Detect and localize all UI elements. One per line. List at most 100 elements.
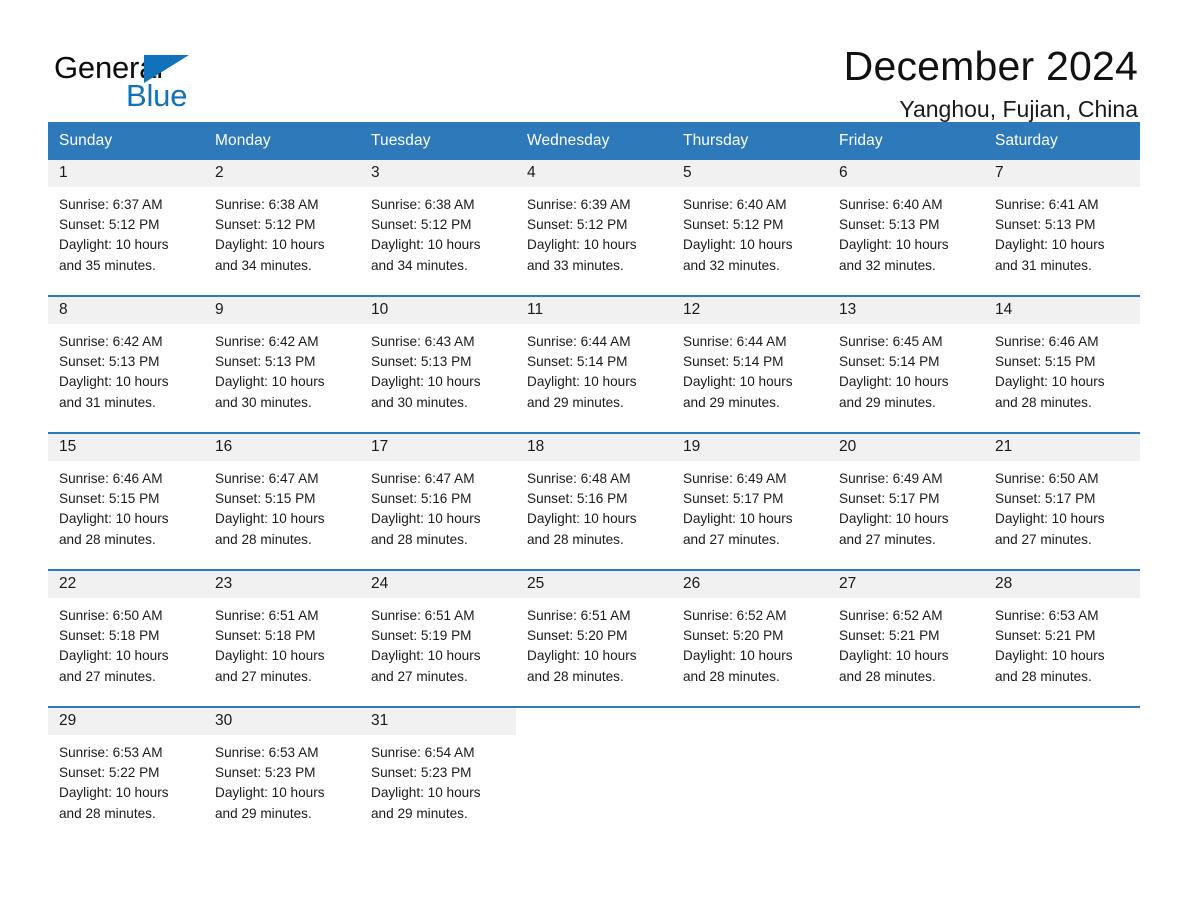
calendar-day-cell[interactable]: 27 Sunrise: 6:52 AM Sunset: 5:21 PM Dayligh… [828,569,984,707]
day-cell-inner: 21 Sunrise: 6:50 AM Sunset: 5:17 PM Dayligh… [984,434,1140,569]
day-number: 7 [995,164,1004,181]
day-cell-inner [516,708,672,843]
sunrise-text: Sunrise: 6:43 AM [371,334,475,349]
day-details: Sunrise: 6:52 AM Sunset: 5:21 PM Daylight:… [828,598,984,687]
daylight-text-line2: and 34 minutes. [215,257,312,273]
day-cell-inner: 17 Sunrise: 6:47 AM Sunset: 5:16 PM Dayligh… [360,434,516,569]
day-details: Sunrise: 6:49 AM Sunset: 5:17 PM Daylight:… [828,461,984,550]
day-cell-inner: 25 Sunrise: 6:51 AM Sunset: 5:20 PM Dayligh… [516,571,672,706]
day-details: Sunrise: 6:41 AM Sunset: 5:13 PM Daylight:… [984,187,1140,276]
sunset-text: Sunset: 5:17 PM [995,491,1096,507]
day-number-band: 30 [204,708,360,735]
sunrise-text: Sunrise: 6:50 AM [995,471,1099,486]
day-cell-inner: 13 Sunrise: 6:45 AM Sunset: 5:14 PM Dayligh… [828,297,984,432]
day-number: 20 [839,438,857,455]
day-details: Sunrise: 6:45 AM Sunset: 5:14 PM Daylight:… [828,324,984,413]
calendar-day-cell[interactable]: 13 Sunrise: 6:45 AM Sunset: 5:14 PM Dayligh… [828,295,984,433]
sunset-text: Sunset: 5:22 PM [59,765,160,781]
calendar-day-cell[interactable]: 28 Sunrise: 6:53 AM Sunset: 5:21 PM Dayligh… [984,569,1140,707]
sunrise-text: Sunrise: 6:53 AM [995,608,1099,623]
sunset-text: Sunset: 5:16 PM [371,491,472,507]
day-details: Sunrise: 6:38 AM Sunset: 5:12 PM Daylight:… [204,187,360,276]
calendar-day-cell[interactable]: 5 Sunrise: 6:40 AM Sunset: 5:12 PM Daylight… [672,160,828,296]
daylight-text-line1: Daylight: 10 hours [839,374,949,390]
calendar-day-cell[interactable]: 18 Sunrise: 6:48 AM Sunset: 5:16 PM Dayligh… [516,432,672,570]
sunset-text: Sunset: 5:20 PM [527,628,628,644]
weekday-header-tuesday: Tuesday [360,122,516,160]
calendar-day-cell[interactable]: 24 Sunrise: 6:51 AM Sunset: 5:19 PM Dayligh… [360,569,516,707]
calendar-day-cell[interactable]: 22 Sunrise: 6:50 AM Sunset: 5:18 PM Dayligh… [48,569,204,707]
calendar-day-cell[interactable]: 7 Sunrise: 6:41 AM Sunset: 5:13 PM Daylight… [984,160,1140,296]
calendar-body: 1 Sunrise: 6:37 AM Sunset: 5:12 PM Daylight… [48,160,1140,843]
day-cell-inner: 30 Sunrise: 6:53 AM Sunset: 5:23 PM Dayligh… [204,708,360,843]
sunrise-text: Sunrise: 6:42 AM [215,334,319,349]
calendar-day-cell[interactable]: 30 Sunrise: 6:53 AM Sunset: 5:23 PM Dayligh… [204,706,360,843]
sunrise-text: Sunrise: 6:46 AM [59,471,163,486]
day-number-band: 2 [204,160,360,187]
daylight-text-line2: and 34 minutes. [371,257,468,273]
daylight-text-line1: Daylight: 10 hours [59,785,169,801]
daylight-text-line1: Daylight: 10 hours [215,785,325,801]
calendar-day-cell[interactable]: 21 Sunrise: 6:50 AM Sunset: 5:17 PM Dayligh… [984,432,1140,570]
day-number: 1 [59,164,68,181]
day-number: 11 [527,301,544,318]
daylight-text-line1: Daylight: 10 hours [839,237,949,253]
calendar-day-cell[interactable]: 12 Sunrise: 6:44 AM Sunset: 5:14 PM Dayligh… [672,295,828,433]
calendar-day-cell[interactable]: 14 Sunrise: 6:46 AM Sunset: 5:15 PM Dayligh… [984,295,1140,433]
daylight-text-line1: Daylight: 10 hours [59,237,169,253]
calendar-day-cell[interactable]: 23 Sunrise: 6:51 AM Sunset: 5:18 PM Dayligh… [204,569,360,707]
calendar-day-cell[interactable]: 8 Sunrise: 6:42 AM Sunset: 5:13 PM Daylight… [48,295,204,433]
calendar-day-cell[interactable]: 26 Sunrise: 6:52 AM Sunset: 5:20 PM Dayligh… [672,569,828,707]
day-details: Sunrise: 6:47 AM Sunset: 5:16 PM Daylight:… [360,461,516,550]
daylight-text-line2: and 28 minutes. [995,668,1092,684]
daylight-text-line2: and 27 minutes. [839,531,936,547]
daylight-text-line1: Daylight: 10 hours [215,648,325,664]
day-number-band: 29 [48,708,204,735]
weekday-header-sunday: Sunday [48,122,204,160]
daylight-text-line2: and 27 minutes. [215,668,312,684]
daylight-text-line1: Daylight: 10 hours [371,648,481,664]
sunrise-text: Sunrise: 6:47 AM [371,471,475,486]
weekday-header-friday: Friday [828,122,984,160]
page-header: General Blue December 2024 Yanghou, Fuji… [48,0,1140,122]
daylight-text-line1: Daylight: 10 hours [683,237,793,253]
sunset-text: Sunset: 5:14 PM [527,354,628,370]
daylight-text-line1: Daylight: 10 hours [215,237,325,253]
day-number-band: 19 [672,434,828,461]
day-cell-inner: 27 Sunrise: 6:52 AM Sunset: 5:21 PM Dayligh… [828,571,984,706]
calendar-day-cell[interactable]: 16 Sunrise: 6:47 AM Sunset: 5:15 PM Dayligh… [204,432,360,570]
day-number-band: 15 [48,434,204,461]
calendar-day-cell[interactable]: 11 Sunrise: 6:44 AM Sunset: 5:14 PM Dayligh… [516,295,672,433]
calendar-day-cell[interactable]: 31 Sunrise: 6:54 AM Sunset: 5:23 PM Dayligh… [360,706,516,843]
calendar-day-cell[interactable]: 10 Sunrise: 6:43 AM Sunset: 5:13 PM Dayligh… [360,295,516,433]
general-blue-logo[interactable]: General Blue [48,44,198,116]
day-details: Sunrise: 6:46 AM Sunset: 5:15 PM Daylight:… [48,461,204,550]
calendar-day-cell[interactable]: 1 Sunrise: 6:37 AM Sunset: 5:12 PM Daylight… [48,160,204,296]
day-number: 12 [683,301,701,318]
sunset-text: Sunset: 5:15 PM [215,491,316,507]
day-number-band: 6 [828,160,984,187]
day-details: Sunrise: 6:47 AM Sunset: 5:15 PM Daylight:… [204,461,360,550]
day-cell-inner: 28 Sunrise: 6:53 AM Sunset: 5:21 PM Dayligh… [984,571,1140,706]
calendar-day-cell[interactable]: 15 Sunrise: 6:46 AM Sunset: 5:15 PM Dayligh… [48,432,204,570]
day-cell-inner: 1 Sunrise: 6:37 AM Sunset: 5:12 PM Daylight… [48,160,204,295]
calendar-day-cell[interactable]: 4 Sunrise: 6:39 AM Sunset: 5:12 PM Daylight… [516,160,672,296]
sunrise-text: Sunrise: 6:50 AM [59,608,163,623]
daylight-text-line2: and 29 minutes. [683,394,780,410]
calendar-day-cell[interactable]: 29 Sunrise: 6:53 AM Sunset: 5:22 PM Dayligh… [48,706,204,843]
calendar-day-cell[interactable]: 6 Sunrise: 6:40 AM Sunset: 5:13 PM Daylight… [828,160,984,296]
day-number: 4 [527,164,536,181]
day-number: 19 [683,438,701,455]
day-number: 3 [371,164,380,181]
calendar-day-cell[interactable]: 17 Sunrise: 6:47 AM Sunset: 5:16 PM Dayligh… [360,432,516,570]
day-cell-inner: 11 Sunrise: 6:44 AM Sunset: 5:14 PM Dayligh… [516,297,672,432]
day-number-band: 25 [516,571,672,598]
calendar-day-cell[interactable]: 20 Sunrise: 6:49 AM Sunset: 5:17 PM Dayligh… [828,432,984,570]
calendar-day-cell[interactable]: 9 Sunrise: 6:42 AM Sunset: 5:13 PM Daylight… [204,295,360,433]
calendar-day-cell[interactable]: 19 Sunrise: 6:49 AM Sunset: 5:17 PM Dayligh… [672,432,828,570]
day-number: 17 [371,438,389,455]
day-details [984,735,1140,743]
calendar-day-cell[interactable]: 25 Sunrise: 6:51 AM Sunset: 5:20 PM Dayligh… [516,569,672,707]
calendar-day-cell[interactable]: 3 Sunrise: 6:38 AM Sunset: 5:12 PM Daylight… [360,160,516,296]
calendar-day-cell[interactable]: 2 Sunrise: 6:38 AM Sunset: 5:12 PM Daylight… [204,160,360,296]
